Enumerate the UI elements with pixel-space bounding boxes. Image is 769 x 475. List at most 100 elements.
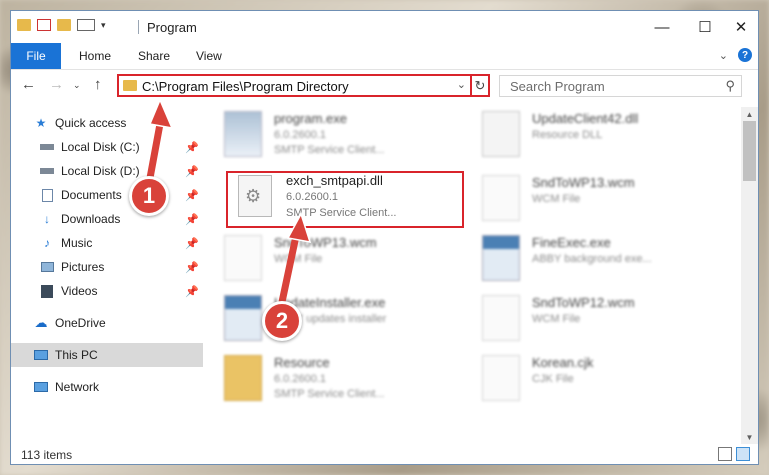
sidebar-item-music[interactable]: ♪ Music 📌 <box>11 231 203 255</box>
drive-icon <box>39 140 55 154</box>
sidebar-item-videos[interactable]: Videos 📌 <box>11 279 203 303</box>
sidebar-item-label: Quick access <box>55 116 127 130</box>
pictures-icon <box>39 260 55 274</box>
chevron-down-icon[interactable]: ▾ <box>101 20 106 31</box>
file-item[interactable]: program.exe 6.0.2600.1 SMTP Service Clie… <box>216 105 466 163</box>
address-row: ← → ⌄ ↑ C:\Program Files\Program Directo… <box>11 70 758 102</box>
tiles-view-icon[interactable] <box>736 447 750 461</box>
sidebar-item-label: Local Disk (D:) <box>61 164 140 178</box>
ribbon-tabs: File Home Share View ⌄ ? <box>11 43 758 70</box>
file-detail: WCM File <box>274 253 323 265</box>
address-path: C:\Program Files\Program Directory <box>142 79 349 94</box>
file-item[interactable]: UpdateInstaller.exe ABBY updates install… <box>216 289 466 347</box>
file-name: SndToWP12.wcm <box>532 295 635 310</box>
exe-file-icon <box>224 295 262 341</box>
details-view-icon[interactable] <box>718 447 732 461</box>
file-detail: ABBY background exe... <box>532 253 652 265</box>
navigation-pane: ★ Quick access Local Disk (C:) 📌 Local D… <box>11 107 203 443</box>
exe-file-icon <box>224 111 262 157</box>
drive-icon <box>39 164 55 178</box>
sidebar-item-label: Network <box>55 380 100 394</box>
quick-access-toolbar: ▾ <box>17 19 106 31</box>
file-detail: SMTP Service Client... <box>274 388 385 400</box>
ribbon-right-controls: ⌄ ? <box>719 48 752 62</box>
file-detail: Resource DLL <box>532 129 603 141</box>
star-icon: ★ <box>35 116 47 130</box>
sidebar-item-onedrive[interactable]: ☁ OneDrive <box>11 311 203 335</box>
search-input[interactable]: Search Program ⚲ <box>499 75 742 97</box>
recent-locations-icon[interactable]: ⌄ <box>73 80 81 91</box>
pin-icon: 📌 <box>185 141 199 154</box>
help-icon[interactable]: ? <box>738 48 752 62</box>
file-item[interactable]: Korean.cjk CJK File <box>474 349 724 407</box>
file-detail: WCM File <box>532 313 581 325</box>
expand-ribbon-icon[interactable]: ⌄ <box>719 49 728 62</box>
sidebar-item-quick-access[interactable]: ★ Quick access <box>11 111 203 135</box>
file-name: program.exe <box>274 111 347 126</box>
pin-icon: 📌 <box>185 237 199 250</box>
address-bar[interactable]: C:\Program Files\Program Directory ⌄ <box>117 74 472 97</box>
sidebar-item-label: Downloads <box>61 212 121 226</box>
sidebar-item-local-disk-c[interactable]: Local Disk (C:) 📌 <box>11 135 203 159</box>
wcm-file-icon <box>224 235 262 281</box>
pin-icon: 📌 <box>185 285 199 298</box>
sidebar-item-local-disk-d[interactable]: Local Disk (D:) 📌 <box>11 159 203 183</box>
tab-file[interactable]: File <box>11 43 61 69</box>
scroll-thumb[interactable] <box>743 121 756 181</box>
customize-icon[interactable] <box>77 19 95 31</box>
title-bar: ▾ Program — ☐ ✕ <box>11 11 758 43</box>
file-name: Korean.cjk <box>532 355 594 370</box>
videos-icon <box>39 284 55 298</box>
search-icon: ⚲ <box>725 78 735 93</box>
window-title: Program <box>147 20 197 35</box>
tab-share[interactable]: Share <box>138 49 170 63</box>
close-button[interactable]: ✕ <box>718 11 758 43</box>
file-detail: WCM File <box>532 193 581 205</box>
file-highlight-box <box>226 171 464 228</box>
file-item[interactable]: SndToWP13.wcm WCM File <box>216 229 466 287</box>
file-item[interactable]: Resource 6.0.2600.1 SMTP Service Client.… <box>216 349 466 407</box>
folder-icon[interactable] <box>17 19 31 31</box>
forward-arrow-icon[interactable]: → <box>49 76 64 93</box>
pin-icon: 📌 <box>185 213 199 226</box>
back-arrow-icon[interactable]: ← <box>21 76 36 93</box>
sidebar-item-label: Documents <box>61 188 122 202</box>
file-name: UpdateClient42.dll <box>532 111 639 126</box>
scroll-down-icon[interactable]: ▼ <box>741 430 758 444</box>
up-arrow-icon[interactable]: ↑ <box>94 76 102 93</box>
callout-badge-2: 2 <box>262 301 302 341</box>
new-folder-icon[interactable] <box>57 19 71 31</box>
file-item[interactable]: SndToWP12.wcm WCM File <box>474 289 724 347</box>
refresh-button[interactable]: ↻ <box>470 74 490 97</box>
sidebar-item-label: Music <box>61 236 93 250</box>
explorer-window: ▾ Program — ☐ ✕ File Home Share View ⌄ ?… <box>10 10 759 465</box>
minimize-button[interactable]: — <box>639 11 685 43</box>
file-item[interactable]: UpdateClient42.dll Resource DLL <box>474 105 724 163</box>
vertical-scrollbar[interactable]: ▲ ▼ <box>741 107 758 444</box>
scroll-up-icon[interactable]: ▲ <box>741 107 758 121</box>
tab-home[interactable]: Home <box>79 49 111 63</box>
file-item[interactable]: FineExec.exe ABBY background exe... <box>474 229 724 287</box>
search-placeholder: Search Program <box>510 79 605 94</box>
item-count: 113 items <box>21 448 73 462</box>
file-item[interactable]: SndToWP13.wcm WCM File <box>474 169 724 227</box>
view-switcher <box>718 447 750 461</box>
sidebar-item-network[interactable]: Network <box>11 375 203 399</box>
callout-badge-1: 1 <box>129 176 169 216</box>
documents-icon <box>39 188 55 202</box>
sidebar-item-label: Local Disk (C:) <box>61 140 140 154</box>
file-name: SndToWP13.wcm <box>532 175 635 190</box>
properties-icon[interactable] <box>37 19 51 31</box>
chevron-down-icon[interactable]: ⌄ <box>457 78 466 91</box>
computer-icon <box>33 348 49 362</box>
file-detail: 6.0.2600.1 <box>274 129 326 141</box>
sidebar-item-pictures[interactable]: Pictures 📌 <box>11 255 203 279</box>
file-list: program.exe 6.0.2600.1 SMTP Service Clie… <box>216 105 736 445</box>
sidebar-item-this-pc[interactable]: This PC <box>11 343 203 367</box>
pin-icon: 📌 <box>185 189 199 202</box>
pin-icon: 📌 <box>185 165 199 178</box>
sidebar-item-downloads[interactable]: ↓ Downloads 📌 <box>11 207 203 231</box>
tab-view[interactable]: View <box>196 49 222 63</box>
file-name: SndToWP13.wcm <box>274 235 377 250</box>
sidebar-item-documents[interactable]: Documents 📌 <box>11 183 203 207</box>
